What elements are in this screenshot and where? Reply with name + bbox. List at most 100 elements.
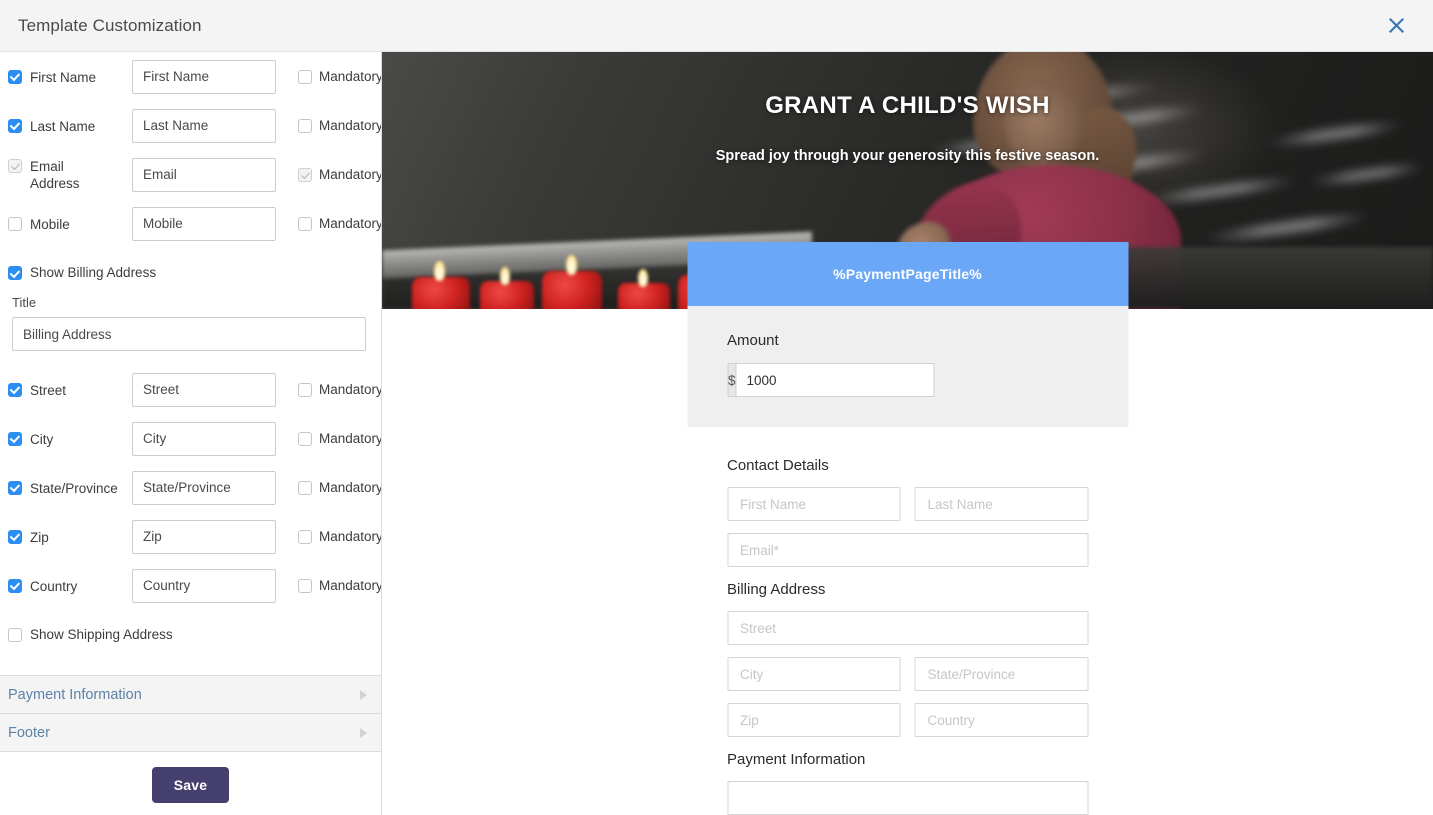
field-enable-mobile[interactable]: Mobile [8, 215, 122, 233]
checkbox-mandatory-last-name[interactable] [298, 119, 312, 133]
checkbox-email-address [8, 159, 22, 173]
accordion-payment-information[interactable]: Payment Information [0, 676, 381, 714]
payment-page-title: %PaymentPageTitle% [687, 242, 1128, 306]
field-enable-street[interactable]: Street [8, 381, 122, 399]
preview-first-name-input[interactable] [727, 487, 901, 521]
preview-city-input[interactable] [727, 657, 901, 691]
field-label-last-name: Last Name [30, 118, 96, 134]
field-row-city: City Mandatory [0, 414, 381, 463]
field-row-state-province: State/Province Mandatory [0, 463, 381, 512]
field-label-first-name: First Name [30, 69, 97, 85]
input-first-name[interactable] [132, 59, 276, 94]
field-enable-country[interactable]: Country [8, 577, 122, 595]
amount-input[interactable] [735, 363, 935, 397]
checkbox-mandatory-zip[interactable] [298, 530, 312, 544]
mandatory-country[interactable]: Mandatory [298, 578, 381, 593]
field-label-mobile: Mobile [30, 216, 70, 232]
field-enable-zip[interactable]: Zip [8, 528, 122, 546]
checkbox-show-shipping-address[interactable] [8, 628, 22, 642]
mandatory-label-state-province: Mandatory [319, 480, 381, 495]
checkbox-last-name[interactable] [8, 118, 22, 133]
checkbox-mandatory-mobile[interactable] [298, 217, 312, 231]
preview-state-input[interactable] [914, 657, 1088, 691]
preview-card-input[interactable] [727, 781, 1088, 815]
field-enable-last-name[interactable]: Last Name [8, 117, 122, 135]
chevron-right-icon [360, 727, 367, 738]
checkbox-city[interactable] [8, 431, 22, 446]
settings-panel: First Name Mandatory Last Name [0, 52, 382, 815]
checkbox-mandatory-city[interactable] [298, 432, 312, 446]
input-last-name[interactable] [132, 108, 276, 143]
field-row-zip: Zip Mandatory [0, 512, 381, 561]
checkbox-state-province[interactable] [8, 480, 22, 495]
field-row-country: Country Mandatory [0, 561, 381, 610]
contact-name-row [727, 487, 1088, 521]
close-button[interactable] [1381, 11, 1411, 41]
checkbox-show-billing-address[interactable] [8, 266, 22, 280]
template-customization-modal: Template Customization First Name First … [0, 0, 1433, 815]
contact-email-row [727, 533, 1088, 567]
preview-last-name-input[interactable] [914, 487, 1088, 521]
input-email-address[interactable] [132, 157, 276, 192]
settings-scroll-area[interactable]: First Name Mandatory Last Name [0, 52, 381, 815]
mandatory-label-country: Mandatory [319, 578, 381, 593]
field-enable-state-province[interactable]: State/Province [8, 479, 122, 497]
field-enable-first-name[interactable]: First Name [8, 68, 122, 86]
mandatory-label-mobile: Mandatory [319, 216, 381, 231]
mandatory-first-name[interactable]: Mandatory [298, 69, 381, 84]
accordion-footer[interactable]: Footer [0, 714, 381, 752]
chevron-right-icon [360, 689, 367, 700]
mandatory-last-name[interactable]: Mandatory [298, 118, 381, 133]
input-state-province[interactable] [132, 470, 276, 505]
billing-title-input[interactable] [12, 317, 366, 351]
field-label-state-province: State/Province [30, 480, 118, 496]
input-zip[interactable] [132, 519, 276, 554]
label-show-billing-address: Show Billing Address [30, 265, 157, 280]
close-icon [1388, 17, 1405, 34]
preview-street-input[interactable] [727, 611, 1088, 645]
mandatory-label-last-name: Mandatory [319, 118, 381, 133]
input-country[interactable] [132, 568, 276, 603]
input-street[interactable] [132, 372, 276, 407]
checkbox-first-name[interactable] [8, 69, 22, 84]
field-label-email-address: Email Address [30, 159, 80, 191]
toggle-show-shipping-address[interactable]: Show Shipping Address [0, 610, 381, 653]
mandatory-zip[interactable]: Mandatory [298, 529, 381, 544]
mandatory-email-address: Mandatory [298, 167, 381, 182]
field-row-last-name: Last Name Mandatory [0, 101, 381, 150]
page-title: Template Customization [18, 15, 202, 35]
currency-symbol: $ [727, 363, 736, 397]
checkbox-country[interactable] [8, 578, 22, 593]
preview-email-input[interactable] [727, 533, 1088, 567]
billing-city-state-row [727, 657, 1088, 691]
amount-input-group: $ [727, 363, 935, 397]
amount-heading: Amount [727, 332, 779, 349]
checkbox-street[interactable] [8, 382, 22, 397]
input-mobile[interactable] [132, 206, 276, 241]
save-button[interactable]: Save [151, 766, 230, 803]
payment-information-row [727, 781, 1088, 815]
mandatory-city[interactable]: Mandatory [298, 431, 381, 446]
field-label-zip: Zip [30, 529, 49, 545]
checkbox-mobile[interactable] [8, 216, 22, 231]
field-row-street: Street Mandatory [0, 365, 381, 414]
checkbox-mandatory-country[interactable] [298, 579, 312, 593]
mandatory-street[interactable]: Mandatory [298, 382, 381, 397]
billing-address-heading: Billing Address [727, 581, 826, 598]
checkbox-mandatory-email-address [298, 168, 312, 182]
payment-card: %PaymentPageTitle% Amount $ Contact Deta… [687, 242, 1128, 815]
checkbox-mandatory-first-name[interactable] [298, 70, 312, 84]
checkbox-mandatory-state-province[interactable] [298, 481, 312, 495]
checkbox-mandatory-street[interactable] [298, 383, 312, 397]
mandatory-state-province[interactable]: Mandatory [298, 480, 381, 495]
toggle-show-billing-address[interactable]: Show Billing Address [0, 248, 381, 291]
hero-text-block: GRANT A CHILD'S WISH Spread joy through … [382, 92, 1433, 164]
checkbox-zip[interactable] [8, 529, 22, 544]
field-enable-city[interactable]: City [8, 430, 122, 448]
modal-header: Template Customization [0, 0, 1433, 52]
input-city[interactable] [132, 421, 276, 456]
preview-country-input[interactable] [914, 703, 1088, 737]
mandatory-mobile[interactable]: Mandatory [298, 216, 381, 231]
preview-zip-input[interactable] [727, 703, 901, 737]
preview-form-section: Contact Details Billing Address [687, 427, 1128, 815]
